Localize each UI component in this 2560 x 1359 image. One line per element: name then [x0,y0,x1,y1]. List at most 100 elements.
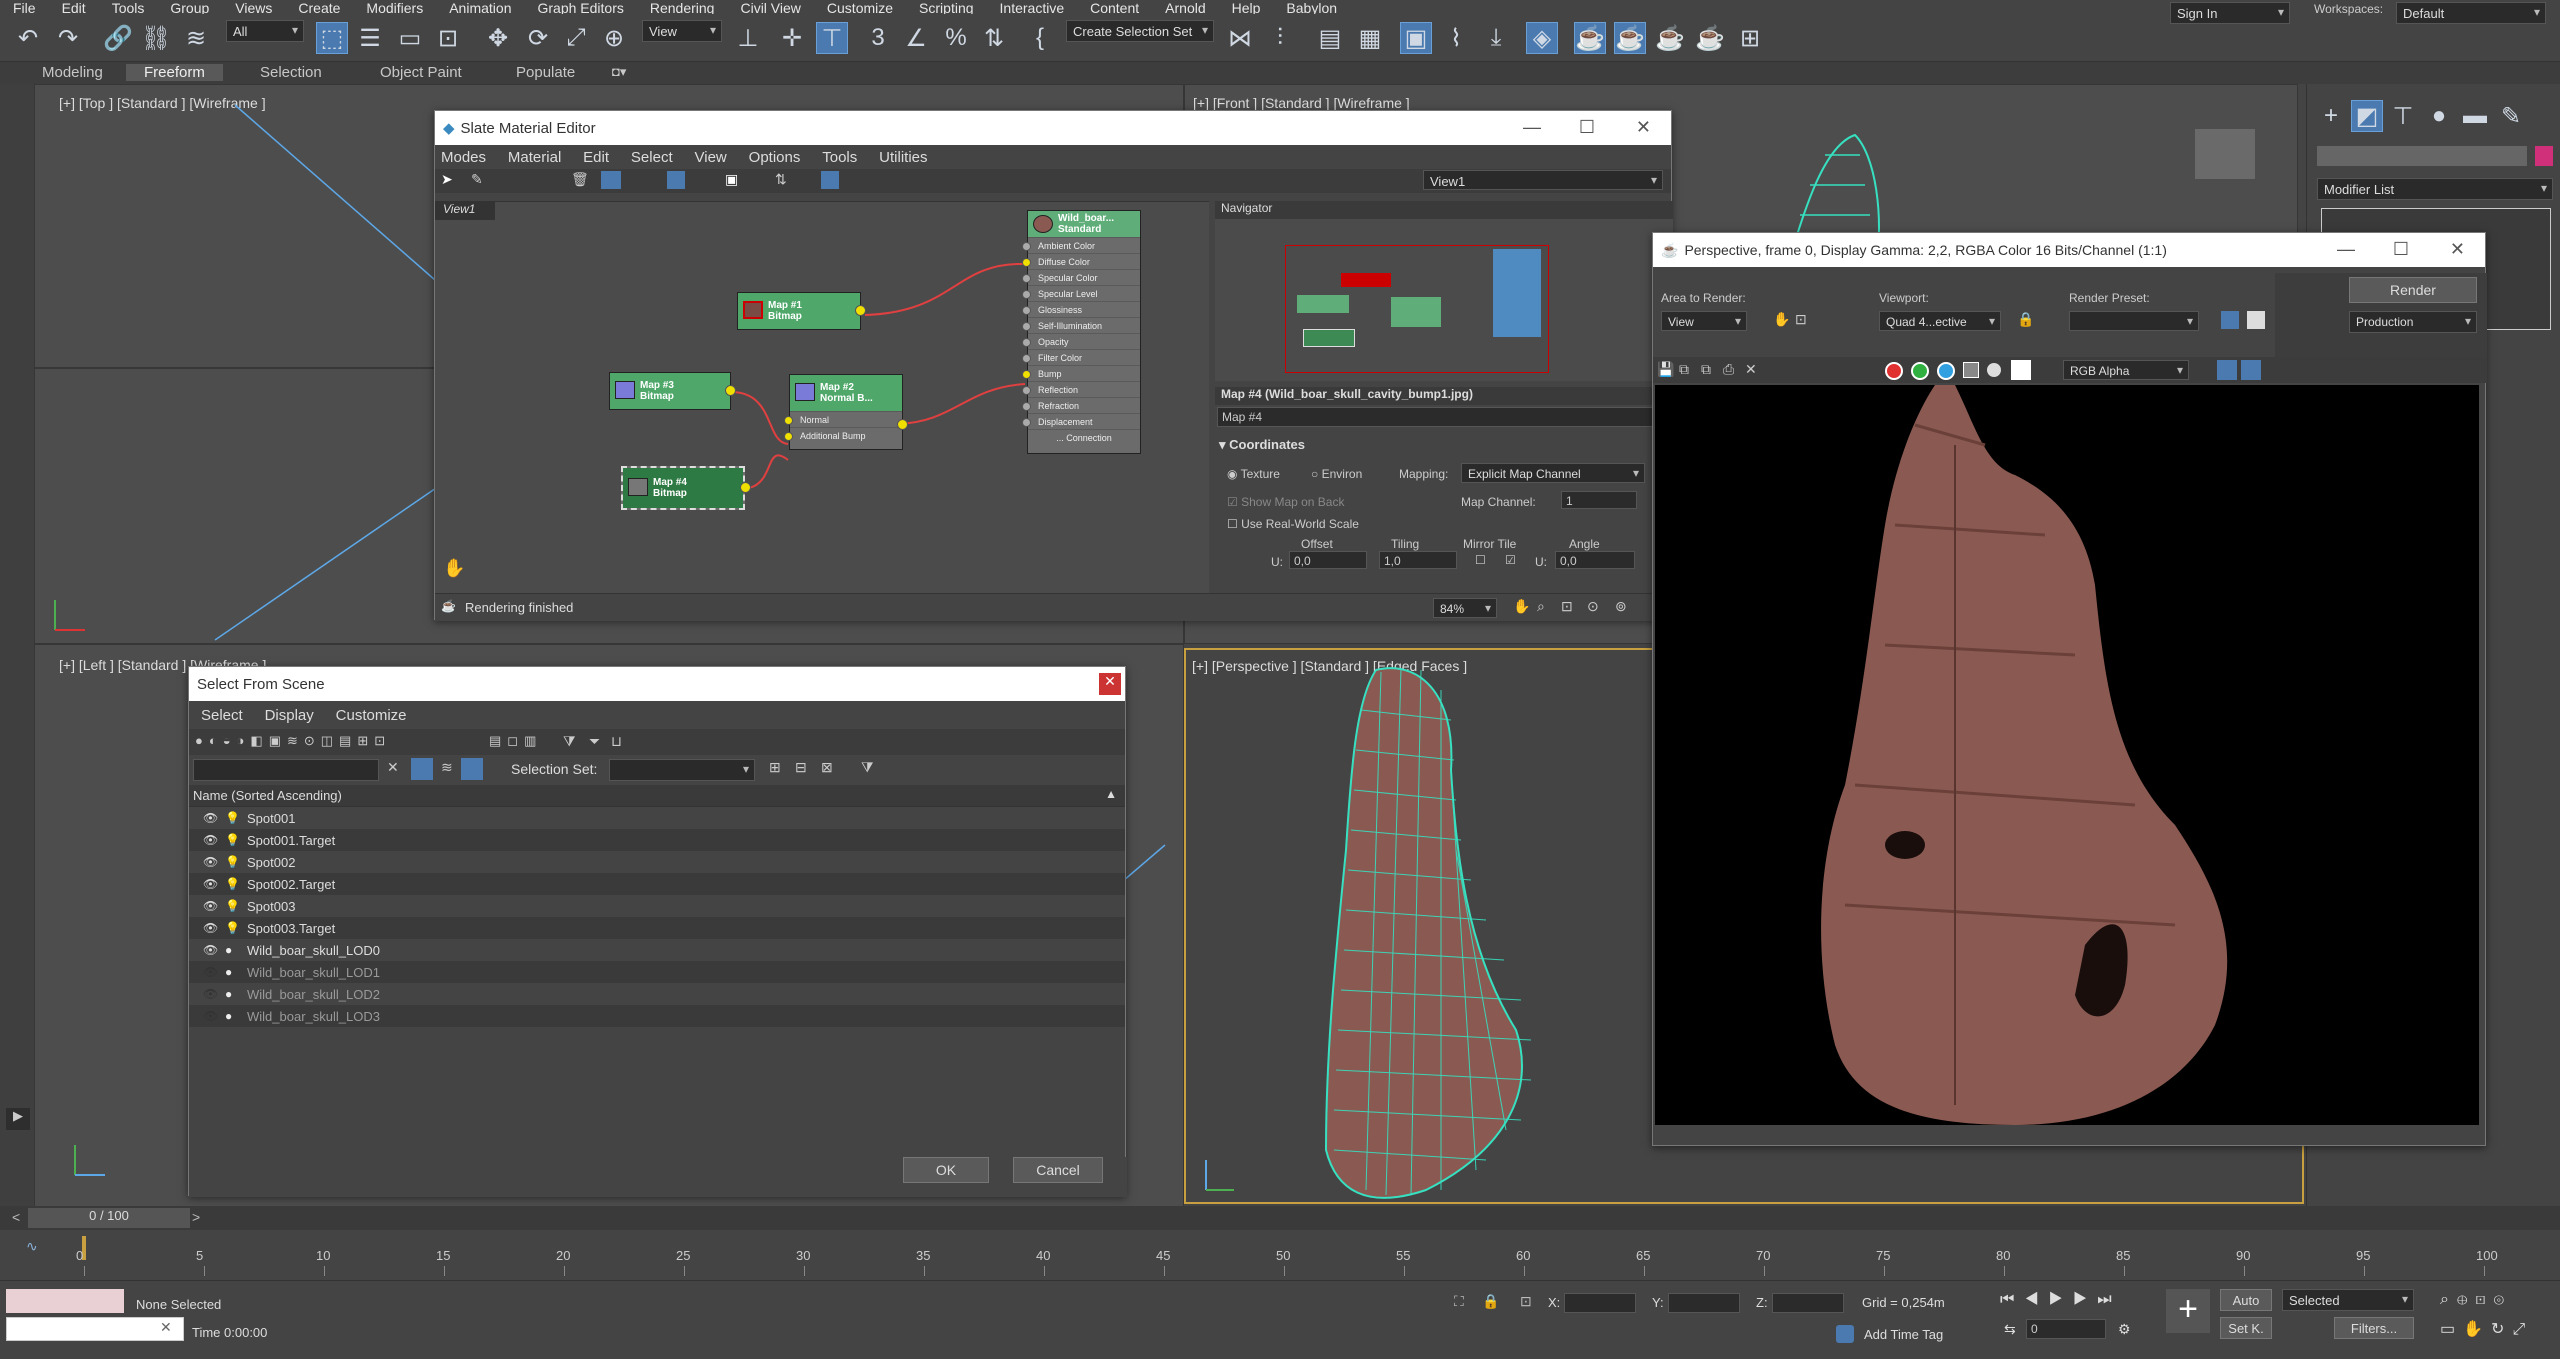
snaps-icon[interactable]: 3 [862,22,894,54]
redo-icon[interactable]: ↷ [52,22,84,54]
slot-input-dot[interactable] [1022,386,1031,395]
map2-output-dot[interactable] [897,419,908,430]
scene-menu-select[interactable]: Select [201,707,243,724]
play-icon[interactable]: ▶ [6,1108,30,1130]
slot-input-dot[interactable] [1022,290,1031,299]
layer-explorer-icon[interactable]: ▦ [1354,22,1386,54]
curve-editor-icon[interactable]: ⌇ [1440,22,1472,54]
material-node[interactable]: Wild_boar... Standard Ambient Color Diffus… [1022,210,1141,454]
window-crossing-icon[interactable]: ⊡ [432,22,464,54]
zoom-extents-icon[interactable]: ⊙ [1587,598,1599,615]
menu-civil-view[interactable]: Civil View [727,1,813,14]
slot-input-dot[interactable] [1022,338,1031,347]
navigator-toggle-icon[interactable] [821,171,839,189]
material-slot-ambient-color[interactable]: Ambient Color [1022,237,1140,253]
next-frame-icon[interactable]: > [192,1209,200,1225]
absolute-mode-icon[interactable]: ⊡ [1520,1293,1532,1310]
slot-input-dot[interactable] [1022,258,1031,267]
set-key-icon[interactable]: + [2166,1289,2210,1333]
viewport-dropdown[interactable]: Quad 4...ective [1879,311,2001,331]
add-selection-set-icon[interactable]: ⊞ [769,759,781,776]
select-manipulate-icon[interactable]: ✛ [776,22,808,54]
slate-menu-modes[interactable]: Modes [441,149,486,166]
map2-slot-normal[interactable]: Normal [784,411,902,427]
zoom-selected-icon[interactable]: ⊚ [1615,598,1627,615]
sign-in-dropdown[interactable]: Sign In [2170,2,2290,24]
bind-space-warp-icon[interactable]: ≋ [180,22,212,54]
visibility-eye-icon[interactable]: 👁 [203,899,218,913]
tile-u-checkbox[interactable]: ☑ [1505,553,1516,567]
menu-tools[interactable]: Tools [99,1,158,14]
create-tab-icon[interactable]: + [2315,100,2347,132]
viewport-nav-row2-icons[interactable]: ▭✋↻⤢ [2440,1319,2533,1339]
mirror-u-checkbox[interactable]: ☐ [1475,553,1486,567]
display-tab-icon[interactable]: ▬ [2459,100,2491,132]
maximize-icon[interactable]: ☐ [1579,117,1595,138]
undo-icon[interactable]: ↶ [12,22,44,54]
toggle-overlays-icon[interactable] [2241,360,2261,380]
current-frame-field[interactable]: 0 [2026,1319,2106,1339]
edit-named-selection-icon[interactable]: { [1024,22,1056,54]
slate-menu-view[interactable]: View [695,149,727,166]
object-name-field[interactable] [2317,146,2527,166]
menu-interactive[interactable]: Interactive [987,1,1078,14]
playback-controls[interactable]: ⏮◀▶▶⏭ [2000,1291,2122,1309]
mirror-icon[interactable]: ⋈ [1224,22,1256,54]
scene-menu-customize[interactable]: Customize [336,707,407,724]
placement-icon[interactable]: ⊕ [598,22,630,54]
map4-output-dot[interactable] [740,482,751,493]
ribbon-options-icon[interactable]: ◘▾ [612,64,626,80]
map3-node[interactable]: Map #3 Bitmap [609,372,736,410]
render-close-icon[interactable]: ✕ [2450,239,2465,260]
material-slot-self-illumination[interactable]: Self-Illumination [1022,317,1140,333]
menu-group[interactable]: Group [157,1,222,14]
show-map-on-back-checkbox[interactable]: ☑ Show Map on Back [1227,495,1344,509]
render-setup-icon[interactable]: ☕ [1574,22,1606,54]
texture-radio[interactable]: ◉ Texture [1227,467,1280,481]
tab-object-paint[interactable]: Object Paint [380,64,462,81]
material-slot-refraction[interactable]: Refraction [1022,397,1140,413]
viewport-front-label[interactable]: [+] [Front ] [Standard ] [Wireframe ] [1193,95,1410,111]
rendered-image[interactable] [1655,385,2479,1125]
select-object-icon[interactable]: ⬚ [316,22,348,54]
slot-input-dot[interactable] [1022,402,1031,411]
scene-explorer-icon[interactable]: ▤ [1314,22,1346,54]
auto-region-icon[interactable]: ⊡ [1795,311,1807,328]
pivot-icon[interactable]: ⊥ [732,22,764,54]
slate-view[interactable]: View1 Wild_boar... Standard Ambient Color… [435,201,1209,593]
render-button[interactable]: Render [2349,277,2477,303]
scene-list-item[interactable]: 👁 💡 Spot002 [189,851,1125,873]
render-iterative-icon[interactable]: ☕ [1694,22,1726,54]
visibility-eye-icon[interactable]: 👁 [203,965,218,979]
tab-freeform[interactable]: Freeform [126,64,223,81]
scene-list-item[interactable]: 👁 ● Wild_boar_skull_LOD1 [189,961,1125,983]
z-coord-field[interactable] [1772,1293,1844,1313]
pick-material-icon[interactable]: ✎ [471,171,483,188]
production-dropdown[interactable]: Production [2349,311,2477,333]
slate-menu-tools[interactable]: Tools [822,149,857,166]
align-icon[interactable]: ⫶ [1264,22,1296,54]
map1-node[interactable]: Map #1 Bitmap [737,292,866,330]
zoom-region-icon[interactable]: ⊡ [1561,598,1573,615]
render-setup-icon-2[interactable] [2221,311,2239,329]
material-slot-filter-color[interactable]: Filter Color [1022,349,1140,365]
slate-menu-select[interactable]: Select [631,149,673,166]
viewcube-icon[interactable] [2195,129,2255,179]
slate-menu-utilities[interactable]: Utilities [879,149,927,166]
isolate-icon[interactable]: ⛶ [1454,1293,1464,1310]
visibility-eye-icon[interactable]: 👁 [203,811,218,825]
object-type-filter-icons[interactable]: ●◐◒◑◧▣≋⊙◫▤⊞⊡ [195,733,391,749]
render-production-icon[interactable]: ☕ [1654,22,1686,54]
menu-create[interactable]: Create [285,1,353,14]
slot-input-dot[interactable] [1022,306,1031,315]
zoom-icon[interactable]: ⌕ [1537,598,1545,615]
set-key-button[interactable]: Set K. [2220,1317,2272,1339]
mono-icon[interactable] [1987,363,2001,377]
material-slot-specular-level[interactable]: Specular Level [1022,285,1140,301]
slot-input-dot[interactable] [1022,242,1031,251]
config-icon[interactable]: ⊔ [611,733,622,750]
key-filters-button[interactable]: Filters... [2334,1317,2414,1339]
unlink-icon[interactable]: ⛓ [140,22,172,54]
layout-icon[interactable]: ▣ [725,171,738,188]
swatch-icon[interactable] [2011,360,2031,380]
